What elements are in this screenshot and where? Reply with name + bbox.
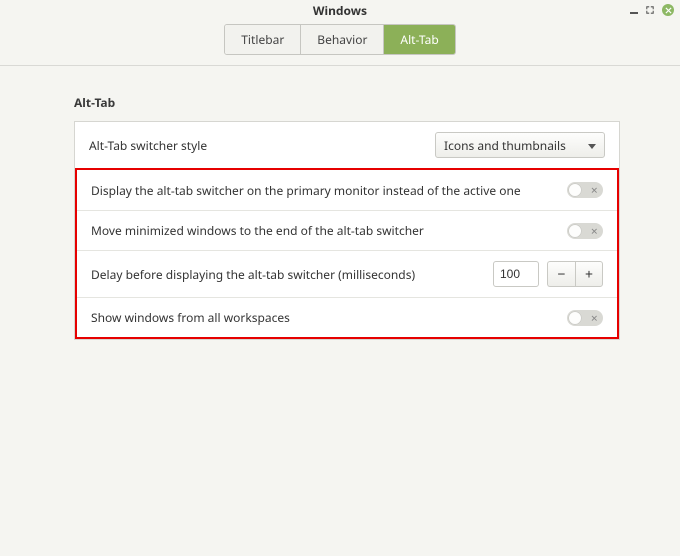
tab-alttab[interactable]: Alt-Tab — [384, 25, 454, 54]
tab-behavior[interactable]: Behavior — [301, 25, 384, 54]
minimize-button[interactable] — [630, 6, 638, 14]
toggle-knob — [568, 311, 582, 325]
toggle-all-workspaces[interactable]: ✕ — [567, 310, 603, 326]
label-switcher-style: Alt-Tab switcher style — [89, 137, 207, 154]
label-all-workspaces: Show windows from all workspaces — [91, 309, 290, 326]
window-titlebar: Windows — [0, 0, 680, 20]
row-delay: Delay before displaying the alt-tab swit… — [77, 250, 617, 297]
toggle-primary-monitor[interactable]: ✕ — [567, 182, 603, 198]
window-title: Windows — [313, 2, 367, 19]
chevron-down-icon — [588, 137, 596, 154]
toggle-knob — [568, 183, 582, 197]
toggle-off-icon: ✕ — [590, 186, 598, 195]
settings-panel: Alt-Tab switcher style Icons and thumbna… — [74, 121, 620, 340]
label-delay: Delay before displaying the alt-tab swit… — [91, 266, 415, 283]
toggle-off-icon: ✕ — [590, 313, 598, 322]
minimize-icon — [630, 6, 638, 14]
input-delay[interactable] — [493, 261, 539, 287]
row-minimized-end: Move minimized windows to the end of the… — [77, 210, 617, 250]
highlighted-settings: Display the alt-tab switcher on the prim… — [75, 168, 619, 339]
maximize-button[interactable] — [646, 6, 654, 14]
content-area: Alt-Tab Alt-Tab switcher style Icons and… — [0, 66, 680, 340]
tab-set: Titlebar Behavior Alt-Tab — [224, 24, 455, 55]
tab-titlebar[interactable]: Titlebar — [225, 25, 301, 54]
tab-bar: Titlebar Behavior Alt-Tab — [0, 24, 680, 66]
label-minimized-end: Move minimized windows to the end of the… — [91, 222, 424, 239]
close-button[interactable] — [662, 4, 674, 16]
close-icon — [665, 7, 672, 14]
label-primary-monitor: Display the alt-tab switcher on the prim… — [91, 182, 521, 199]
window-controls — [630, 0, 674, 20]
toggle-minimized-end[interactable]: ✕ — [567, 223, 603, 239]
toggle-off-icon: ✕ — [590, 226, 598, 235]
combo-switcher-style[interactable]: Icons and thumbnails — [435, 132, 605, 158]
row-switcher-style: Alt-Tab switcher style Icons and thumbna… — [75, 122, 619, 168]
delay-decrement-button[interactable]: − — [547, 261, 575, 287]
stepper-delay: − + — [493, 261, 603, 287]
row-primary-monitor: Display the alt-tab switcher on the prim… — [77, 170, 617, 210]
row-all-workspaces: Show windows from all workspaces ✕ — [77, 297, 617, 337]
maximize-icon — [646, 6, 654, 14]
section-title: Alt-Tab — [74, 94, 620, 111]
toggle-knob — [568, 224, 582, 238]
delay-increment-button[interactable]: + — [575, 261, 603, 287]
combo-value: Icons and thumbnails — [444, 137, 566, 154]
